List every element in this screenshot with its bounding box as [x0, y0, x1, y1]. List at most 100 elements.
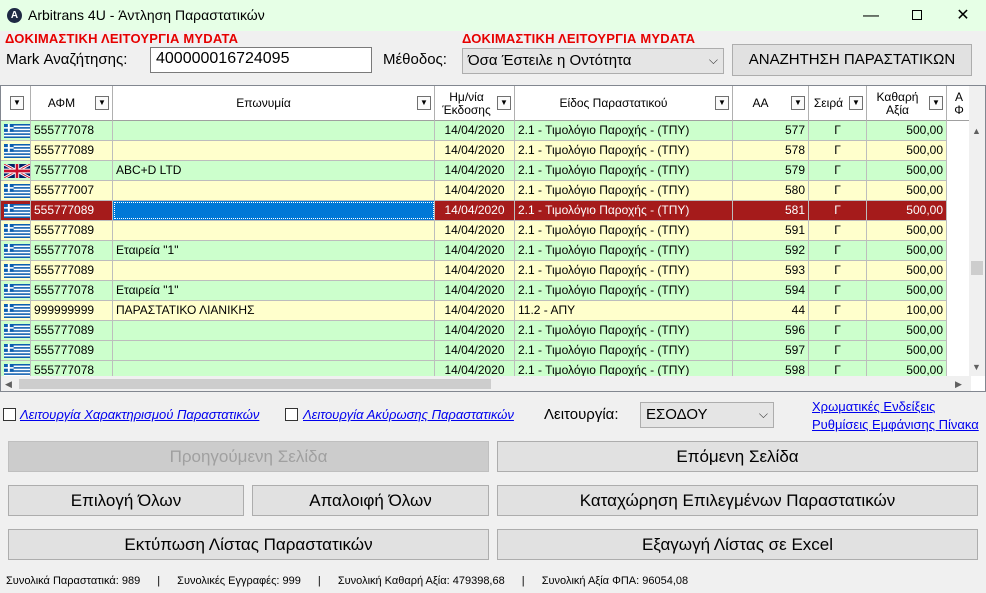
status-total-net-value: Συνολική Καθαρή Αξία: 479398,68: [337, 575, 505, 587]
cell-date: 14/04/2020: [435, 321, 515, 340]
cell-date: 14/04/2020: [435, 201, 515, 220]
table-row[interactable]: 555777078 Εταιρεία "1" 14/04/2020 2.1 - Τιμ…: [1, 281, 947, 301]
cell-flag: [1, 141, 31, 160]
horizontal-scrollbar[interactable]: ◀ ▶: [1, 376, 971, 391]
scroll-up-icon[interactable]: ▲: [972, 126, 981, 136]
operation-select[interactable]: ΕΣΟΔΟΥ ⌵: [640, 402, 774, 428]
title-bar: A Arbitrans 4U - Άντληση Παραστατικών — …: [0, 0, 986, 31]
search-documents-button[interactable]: ΑΝΑΖΗΤΗΣΗ ΠΑΡΑΣΤΑΤΙΚΩΝ: [732, 44, 972, 76]
scroll-left-icon[interactable]: ◀: [5, 379, 12, 390]
greek-flag-icon: [4, 184, 30, 198]
select-all-button[interactable]: Επιλογή Όλων: [8, 485, 244, 516]
column-header-vat[interactable]: Α Φ: [947, 86, 971, 121]
cell-name: [113, 341, 435, 360]
cell-series: Γ: [809, 341, 867, 360]
column-header-net-value[interactable]: Καθαρή Αξία ▼: [867, 86, 947, 121]
filter-dropdown-icon[interactable]: ▼: [849, 96, 863, 110]
maximize-button[interactable]: [894, 0, 940, 31]
column-header-date[interactable]: Ημ/νία Έκδοσης ▼: [435, 86, 515, 121]
table-row[interactable]: 999999999 ΠΑΡΑΣΤΑΤΙΚΟ ΛΙΑΝΙΚΗΣ 14/04/2020 1…: [1, 301, 947, 321]
column-header-series[interactable]: Σειρά ▼: [809, 86, 867, 121]
table-row[interactable]: 555777078 14/04/2020 2.1 - Τιμολόγιο Παροχ…: [1, 121, 947, 141]
cell-doc-type: 2.1 - Τιμολόγιο Παροχής - (ΤΠΥ): [515, 321, 733, 340]
scroll-right-icon[interactable]: ▶: [955, 379, 962, 390]
cell-net-value: 500,00: [867, 241, 947, 260]
next-page-button[interactable]: Επόμενη Σελίδα: [497, 441, 978, 472]
filter-dropdown-icon[interactable]: ▼: [791, 96, 805, 110]
cell-name: ABC+D LTD: [113, 161, 435, 180]
cell-net-value: 500,00: [867, 161, 947, 180]
table-row[interactable]: 555777089 14/04/2020 2.1 - Τιμολόγιο Παροχ…: [1, 201, 947, 221]
print-list-button[interactable]: Εκτύπωση Λίστας Παραστατικών: [8, 529, 489, 560]
select-column-header[interactable]: ▼: [1, 86, 31, 121]
column-header-name[interactable]: Επωνυμία ▼: [113, 86, 435, 121]
cell-date: 14/04/2020: [435, 261, 515, 280]
cell-date: 14/04/2020: [435, 341, 515, 360]
cell-doc-type: 2.1 - Τιμολόγιο Παροχής - (ΤΠΥ): [515, 121, 733, 140]
table-row[interactable]: 555777089 14/04/2020 2.1 - Τιμολόγιο Παροχ…: [1, 261, 947, 281]
table-row[interactable]: 555777089 14/04/2020 2.1 - Τιμολόγιο Παροχ…: [1, 321, 947, 341]
characterization-checkbox[interactable]: [3, 408, 16, 421]
cell-name: [113, 181, 435, 200]
method-select[interactable]: Όσα Έστειλε η Οντότητα ⌵: [462, 48, 724, 74]
table-row[interactable]: 555777007 14/04/2020 2.1 - Τιμολόγιο Παροχ…: [1, 181, 947, 201]
cell-flag: [1, 321, 31, 340]
cell-date: 14/04/2020: [435, 241, 515, 260]
cell-name: Εταιρεία "1": [113, 241, 435, 260]
cell-flag: [1, 281, 31, 300]
save-selected-documents-button[interactable]: Καταχώρηση Επιλεγμένων Παραστατικών: [497, 485, 978, 516]
status-total-documents: Συνολικά Παραστατικά: 989: [6, 575, 141, 587]
vertical-scroll-thumb[interactable]: [971, 261, 983, 275]
column-header-afm[interactable]: ΑΦΜ ▼: [31, 86, 113, 121]
filter-dropdown-icon[interactable]: ▼: [497, 96, 511, 110]
cell-flag: [1, 261, 31, 280]
vertical-scrollbar[interactable]: ▲ ▼: [969, 86, 985, 376]
cell-date: 14/04/2020: [435, 141, 515, 160]
previous-page-button[interactable]: Προηγούμενη Σελίδα: [8, 441, 489, 472]
cell-series: Γ: [809, 301, 867, 320]
cell-flag: [1, 301, 31, 320]
table-row[interactable]: 555777089 14/04/2020 2.1 - Τιμολόγιο Παροχ…: [1, 221, 947, 241]
table-row[interactable]: 555777078 Εταιρεία "1" 14/04/2020 2.1 - Τιμ…: [1, 241, 947, 261]
column-header-doc-type[interactable]: Είδος Παραστατικού ▼: [515, 86, 733, 121]
scroll-down-icon[interactable]: ▼: [972, 362, 981, 372]
cell-series: Γ: [809, 221, 867, 240]
cell-series: Γ: [809, 181, 867, 200]
cell-doc-type: 11.2 - ΑΠΥ: [515, 301, 733, 320]
cell-net-value: 500,00: [867, 201, 947, 220]
mark-search-input[interactable]: 400000016724095: [150, 47, 372, 73]
table-row[interactable]: 555777089 14/04/2020 2.1 - Τιμολόγιο Παροχ…: [1, 141, 947, 161]
table-settings-link[interactable]: Ρυθμίσεις Εμφάνισης Πίνακα: [812, 417, 979, 432]
clear-all-button[interactable]: Απαλοιφή Όλων: [252, 485, 489, 516]
cell-name: ΠΑΡΑΣΤΑΤΙΚΟ ΛΙΑΝΙΚΗΣ: [113, 301, 435, 320]
filter-dropdown-icon[interactable]: ▼: [715, 96, 729, 110]
color-legend-link[interactable]: Χρωματικές Ενδείξεις: [812, 399, 935, 414]
cancellation-link[interactable]: Λειτουργία Ακύρωσης Παραστατικών: [303, 407, 514, 422]
column-header-aa[interactable]: ΑΑ ▼: [733, 86, 809, 121]
horizontal-scroll-thumb[interactable]: [19, 379, 491, 389]
grid-header: ▼ ΑΦΜ ▼ Επωνυμία ▼ Ημ/νία Έκδοσης ▼ Είδος Π…: [1, 86, 971, 121]
minimize-button[interactable]: —: [848, 0, 894, 31]
cell-date: 14/04/2020: [435, 221, 515, 240]
cell-name: [113, 121, 435, 140]
chevron-down-icon: ⌵: [758, 407, 768, 421]
filter-dropdown-icon[interactable]: ▼: [417, 96, 431, 110]
close-button[interactable]: ✕: [940, 0, 986, 31]
cell-date: 14/04/2020: [435, 281, 515, 300]
greek-flag-icon: [4, 144, 30, 158]
export-excel-button[interactable]: Εξαγωγή Λίστας σε Excel: [497, 529, 978, 560]
filter-dropdown-icon[interactable]: ▼: [95, 96, 109, 110]
cell-series: Γ: [809, 321, 867, 340]
cancellation-checkbox[interactable]: [285, 408, 298, 421]
characterization-link[interactable]: Λειτουργία Χαρακτηρισμού Παραστατικών: [20, 407, 259, 422]
cell-afm: 555777078: [31, 121, 113, 140]
cell-afm: 555777007: [31, 181, 113, 200]
filter-dropdown-icon[interactable]: ▼: [10, 96, 24, 110]
table-row[interactable]: 75577708 ABC+D LTD 14/04/2020 2.1 - Τιμολόγ…: [1, 161, 947, 181]
table-row[interactable]: 555777089 14/04/2020 2.1 - Τιμολόγιο Παροχ…: [1, 341, 947, 361]
app-logo-icon: A: [7, 8, 22, 23]
method-select-value: Όσα Έστειλε η Οντότητα: [468, 52, 632, 69]
filter-dropdown-icon[interactable]: ▼: [929, 96, 943, 110]
cell-series: Γ: [809, 161, 867, 180]
cell-net-value: 500,00: [867, 121, 947, 140]
